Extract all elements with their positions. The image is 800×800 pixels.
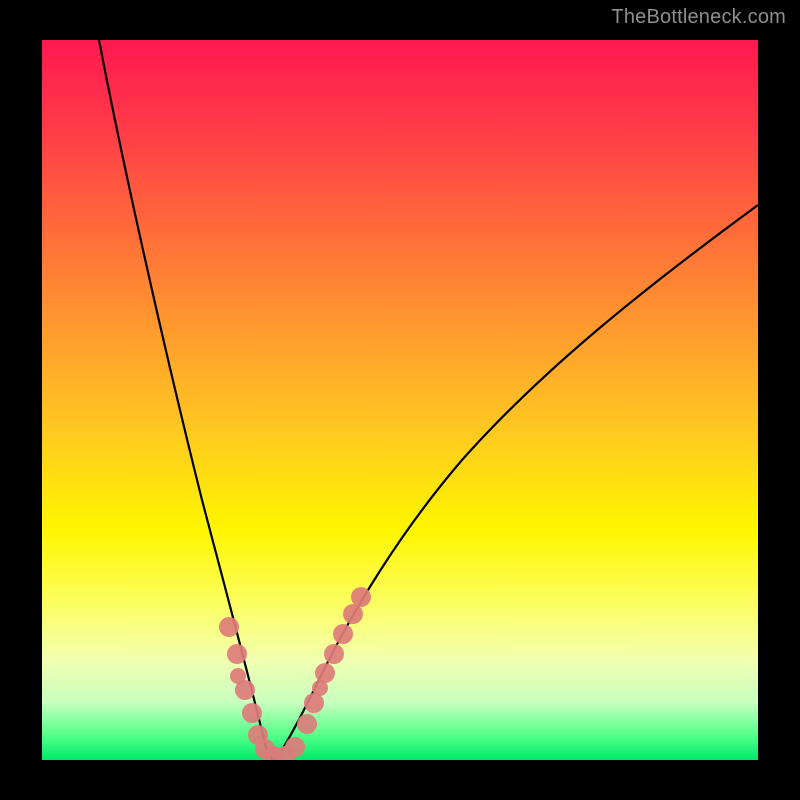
watermark-text: TheBottleneck.com <box>611 6 786 29</box>
bottleneck-curve-right <box>274 205 758 760</box>
chart-frame: TheBottleneck.com <box>0 0 800 800</box>
chart-svg <box>42 40 758 760</box>
marker-group <box>219 587 371 760</box>
bottleneck-curve-left <box>99 40 274 760</box>
chart-plot-area <box>42 40 758 760</box>
